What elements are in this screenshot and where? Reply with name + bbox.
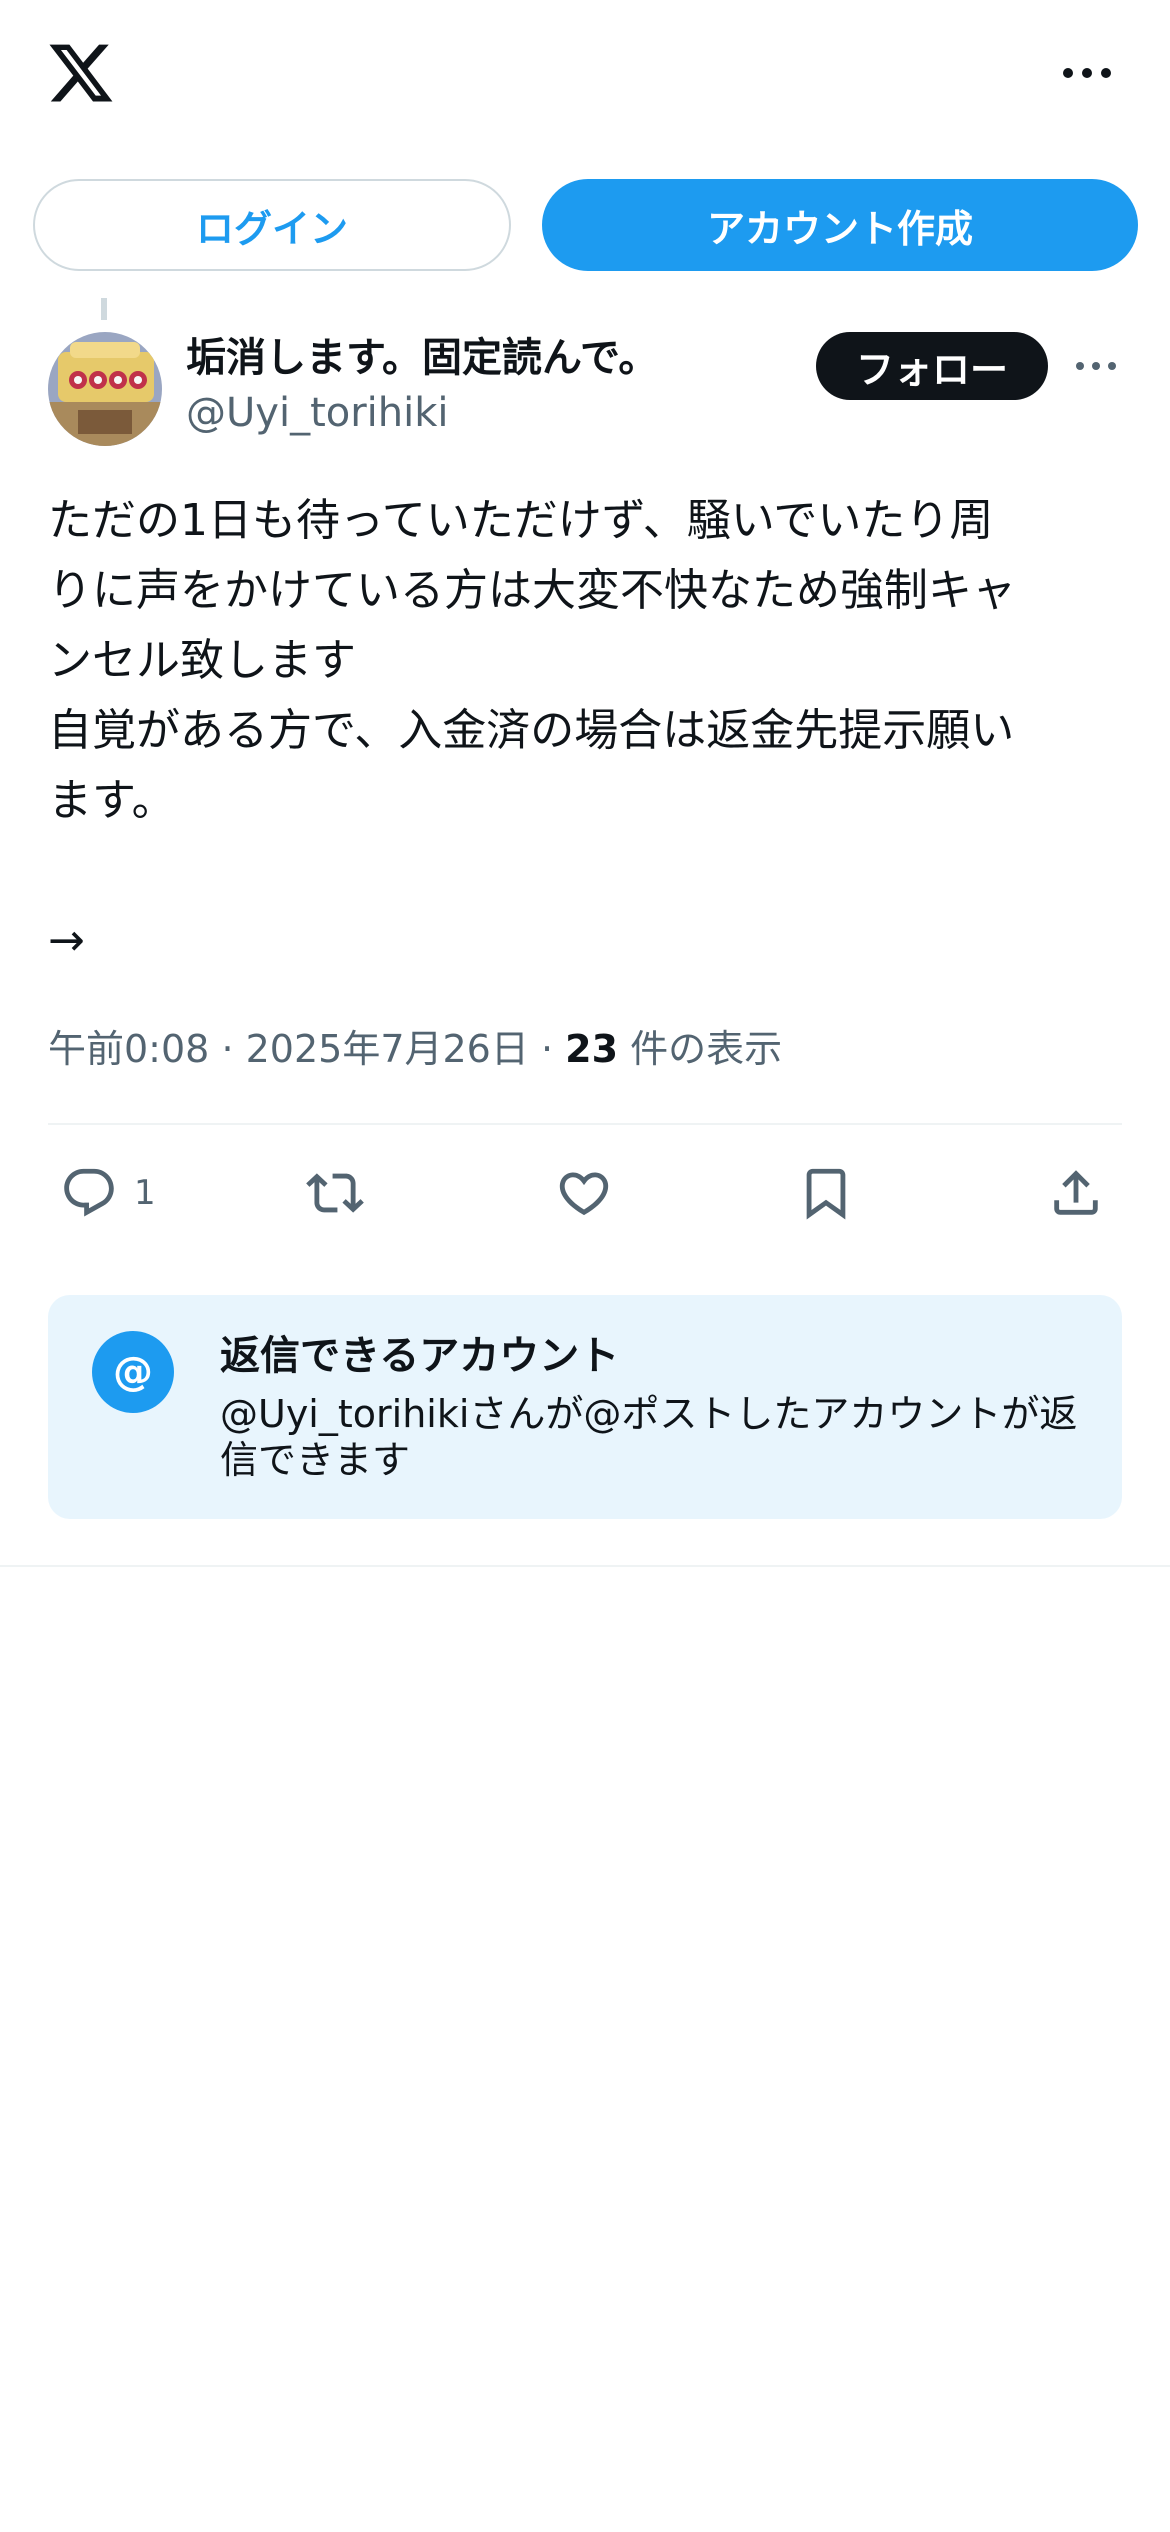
view-label: 件の表示	[630, 1027, 783, 1071]
like-button[interactable]	[555, 1163, 613, 1223]
share-button[interactable]	[1047, 1163, 1105, 1223]
at-mention-icon: @	[92, 1331, 174, 1413]
tweet-page: ログイン アカウント作成 垢消します。固定読んで。 @Uyi_torihiki …	[0, 0, 1170, 2532]
more-horizontal-icon[interactable]	[1075, 357, 1117, 375]
create-account-button[interactable]: アカウント作成	[542, 179, 1138, 271]
tweet-time[interactable]: 午前0:08	[48, 1027, 209, 1071]
tweet-date[interactable]: 2025年7月26日	[246, 1027, 529, 1071]
thread-line	[101, 298, 107, 320]
follow-button[interactable]: フォロー	[816, 332, 1048, 400]
tweet-text: ただの1日も待っていただけず、騒いでいたり周 りに声をかけている方は大変不快なた…	[48, 495, 1016, 966]
login-button[interactable]: ログイン	[33, 179, 511, 271]
top-bar	[0, 0, 1170, 150]
more-horizontal-icon[interactable]	[1062, 62, 1112, 84]
notice-title: 返信できるアカウント	[220, 1333, 620, 1379]
bookmark-icon	[806, 1168, 846, 1220]
reply-count: 1	[134, 1173, 156, 1213]
divider	[48, 1123, 1122, 1125]
like-icon	[559, 1172, 609, 1216]
reply-button[interactable]: 1	[60, 1163, 156, 1223]
divider	[0, 1565, 1170, 1567]
reply-icon	[64, 1168, 114, 1217]
tweet-metadata: 午前0:08 · 2025年7月26日 · 23 件の表示	[48, 1018, 782, 1073]
retweet-icon	[306, 1173, 364, 1213]
meta-separator: ·	[221, 1027, 234, 1071]
auth-buttons: ログイン アカウント作成	[33, 179, 1138, 271]
user-handle[interactable]: @Uyi_torihiki	[186, 390, 449, 436]
bookmark-button[interactable]	[797, 1163, 855, 1223]
avatar[interactable]	[48, 332, 162, 446]
display-name[interactable]: 垢消します。固定読んで。	[186, 325, 658, 383]
share-icon	[1054, 1170, 1098, 1215]
notice-body: @Uyi_torihikiさんが@ポストしたアカウントが返信できます	[220, 1392, 1078, 1482]
meta-separator: ·	[540, 1027, 554, 1071]
retweet-button[interactable]	[306, 1163, 364, 1223]
view-count: 23	[565, 1027, 619, 1071]
reply-restriction-notice: @ 返信できるアカウント @Uyi_torihikiさんが@ポストしたアカウント…	[48, 1295, 1122, 1519]
x-logo-icon[interactable]	[46, 38, 116, 108]
avatar-image	[48, 332, 162, 446]
